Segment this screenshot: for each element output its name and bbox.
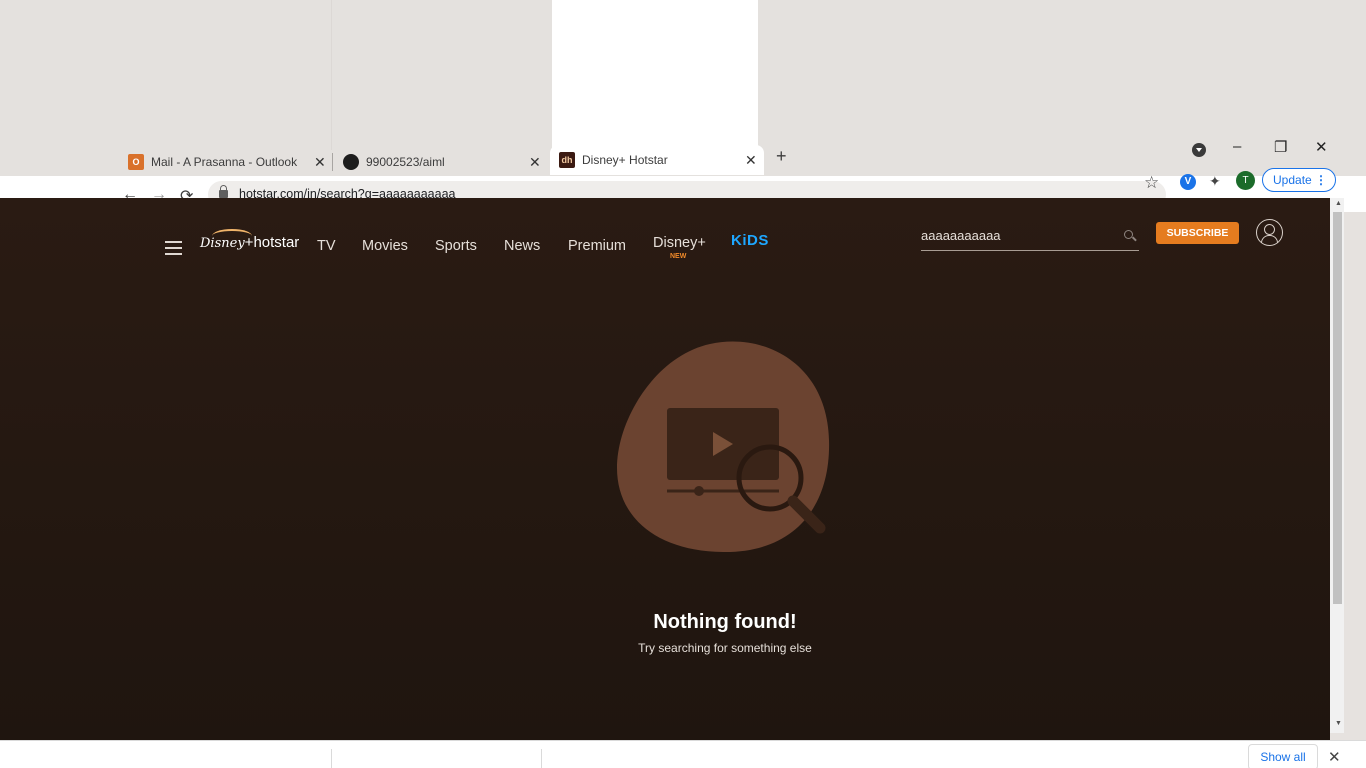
nav-disney-plus[interactable]: Disney+ <box>653 235 706 251</box>
download-bar <box>0 740 1366 768</box>
titlebar-divider <box>331 0 332 150</box>
minimize-button[interactable]: – <box>1233 138 1241 155</box>
profile-avatar[interactable]: T <box>1236 171 1255 190</box>
hotstar-icon: dh <box>559 152 575 168</box>
download-divider <box>331 749 332 768</box>
bookmark-star-icon[interactable]: ☆ <box>1144 173 1159 193</box>
nav-movies[interactable]: Movies <box>362 238 408 254</box>
tab-title: Disney+ Hotstar <box>582 153 668 167</box>
search-box[interactable] <box>921 224 1139 251</box>
nav-news[interactable]: News <box>504 238 540 254</box>
tab-github[interactable]: 99002523/aiml ✕ <box>343 148 543 176</box>
outlook-icon: O <box>128 154 144 170</box>
download-divider <box>541 749 542 768</box>
nav-premium[interactable]: Premium <box>568 238 626 254</box>
logo-hotstar: hotstar <box>253 234 300 251</box>
vpn-extension-icon[interactable]: V <box>1180 174 1196 190</box>
menu-dots-icon[interactable]: ⋮ <box>1315 169 1327 191</box>
empty-state-subtitle: Try searching for something else <box>638 641 812 655</box>
no-results-illustration <box>617 341 830 553</box>
update-button[interactable]: Update ⋮ <box>1262 168 1336 192</box>
disney-hotstar-logo[interactable]: Disney+hotstar <box>200 229 300 251</box>
empty-state-title: Nothing found! <box>653 611 797 633</box>
tab-search-icon[interactable] <box>1192 143 1206 157</box>
github-icon <box>343 154 359 170</box>
lock-icon[interactable] <box>219 185 228 198</box>
nav-tv[interactable]: TV <box>317 238 336 254</box>
tab-title: 99002523/aiml <box>366 155 445 169</box>
close-tab-icon[interactable]: ✕ <box>529 154 541 171</box>
logo-arc <box>212 229 252 243</box>
progress-knob <box>694 486 704 496</box>
close-tab-icon[interactable]: ✕ <box>745 152 757 169</box>
update-label: Update <box>1273 173 1312 187</box>
search-icon[interactable] <box>1124 230 1133 239</box>
nav-kids[interactable]: KiDS <box>731 232 769 249</box>
new-badge: NEW <box>670 253 687 260</box>
window-close-button[interactable]: ✕ <box>1315 138 1328 156</box>
tab-outlook[interactable]: O Mail - A Prasanna - Outlook ✕ <box>128 148 328 176</box>
close-tab-icon[interactable]: ✕ <box>314 154 326 171</box>
tab-separator <box>332 153 333 171</box>
titlebar-blank-area <box>552 0 758 150</box>
tab-hotstar-active[interactable]: dh Disney+ Hotstar ✕ <box>550 145 764 175</box>
scroll-down-arrow[interactable]: ▼ <box>1335 720 1342 727</box>
scroll-up-arrow[interactable]: ▲ <box>1335 200 1342 207</box>
user-account-icon[interactable] <box>1256 219 1283 246</box>
hotstar-page: Disney+hotstar TV Movies Sports News Pre… <box>0 198 1330 740</box>
extensions-puzzle-icon[interactable]: ✦ <box>1209 173 1221 190</box>
show-all-button[interactable]: Show all <box>1248 744 1318 768</box>
download-bar-close-icon[interactable]: ✕ <box>1328 748 1341 766</box>
subscribe-button[interactable]: SUBSCRIBE <box>1156 222 1239 244</box>
new-tab-button[interactable]: + <box>776 146 787 167</box>
nav-sports[interactable]: Sports <box>435 238 477 254</box>
maximize-button[interactable]: ❐ <box>1274 138 1287 156</box>
search-input[interactable] <box>921 228 1116 243</box>
scrollbar-thumb[interactable] <box>1333 212 1342 604</box>
tab-title: Mail - A Prasanna - Outlook <box>151 155 298 169</box>
hamburger-menu-icon[interactable] <box>165 241 182 259</box>
